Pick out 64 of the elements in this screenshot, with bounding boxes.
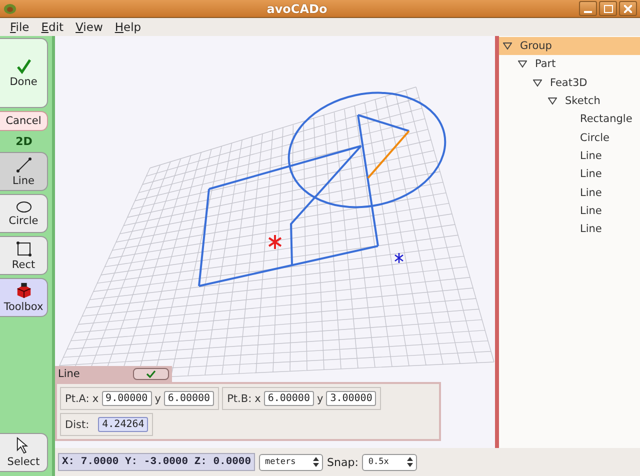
expander-icon[interactable]: [548, 97, 557, 106]
tree-item[interactable]: Part: [499, 55, 640, 74]
tree-item[interactable]: Line: [499, 146, 640, 166]
menu-item[interactable]: View: [70, 20, 109, 34]
mode-label: 2D: [14, 134, 34, 149]
close-button[interactable]: [619, 1, 637, 16]
square-icon: [16, 240, 32, 256]
maximize-icon: [604, 4, 612, 12]
spinner-arrows-icon: [313, 457, 320, 467]
x-input-field[interactable]: 9.00000: [102, 391, 152, 406]
tree-item[interactable]: Rectangle: [499, 110, 640, 128]
rect-tool-button[interactable]: Rect: [0, 236, 48, 275]
y-input-field[interactable]: 6.00000: [164, 391, 214, 406]
window-title: avoCADo: [266, 2, 328, 16]
point-label: Pt.A:: [65, 392, 90, 404]
distance-input-field[interactable]: 4.24264: [98, 417, 148, 432]
ellipse-icon: [16, 200, 32, 212]
menu-item[interactable]: Edit: [35, 20, 70, 34]
x-input-field[interactable]: 6.00000: [264, 391, 314, 406]
distance-label: Dist:: [65, 418, 90, 430]
y-input-field[interactable]: 3.00000: [326, 391, 376, 406]
toolbox-button[interactable]: Toolbox: [0, 278, 48, 317]
check-icon: [146, 370, 156, 378]
expander-icon[interactable]: [533, 78, 542, 87]
toolbox-icon: [14, 282, 32, 299]
app-icon: [3, 2, 17, 14]
done-button[interactable]: Done: [0, 38, 48, 108]
minimize-icon: [584, 10, 592, 12]
spinner-arrows-icon: [407, 457, 414, 467]
minimize-button[interactable]: [579, 1, 597, 16]
tree-item[interactable]: Feat3D: [499, 74, 640, 92]
cancel-button[interactable]: Cancel: [0, 111, 48, 131]
circle-tool-button[interactable]: Circle: [0, 194, 48, 233]
tree-item[interactable]: Line: [499, 202, 640, 220]
coordinates-display: X: 7.0000 Y: -3.0000 Z: 0.0000: [58, 453, 256, 471]
check-icon: [16, 58, 32, 74]
menu-item[interactable]: Help: [108, 20, 148, 34]
cursor-marker-icon: [394, 252, 404, 264]
line-tool-button[interactable]: Line: [0, 152, 48, 191]
tree-item[interactable]: Sketch: [499, 92, 640, 110]
y-label: y: [154, 392, 161, 404]
panel-title: Line: [58, 368, 80, 380]
x-label: x: [92, 392, 99, 404]
line-icon: [16, 156, 32, 172]
menu-item[interactable]: File: [4, 20, 36, 34]
apply-button[interactable]: [133, 368, 169, 380]
snap-label: Snap:: [327, 456, 358, 468]
point-label: Pt.B:: [227, 392, 252, 404]
expander-icon[interactable]: [503, 42, 512, 50]
units-dropdown[interactable]: meters: [259, 454, 324, 470]
y-label: y: [316, 392, 324, 404]
tree-item[interactable]: Line: [499, 183, 640, 202]
snap-dropdown[interactable]: 0.5x: [362, 454, 418, 470]
tree-item[interactable]: Line: [499, 165, 640, 184]
tree-item[interactable]: Group: [499, 37, 640, 56]
highlighted-line: [367, 130, 410, 179]
select-tool-button[interactable]: Select: [0, 433, 48, 472]
maximize-button[interactable]: [599, 1, 617, 16]
close-icon: [624, 4, 632, 12]
expander-icon[interactable]: [518, 60, 527, 68]
x-label: x: [254, 392, 261, 404]
tree-item[interactable]: Line: [499, 220, 640, 238]
origin-marker-icon: [268, 234, 282, 250]
tree-item[interactable]: Circle: [499, 128, 640, 147]
